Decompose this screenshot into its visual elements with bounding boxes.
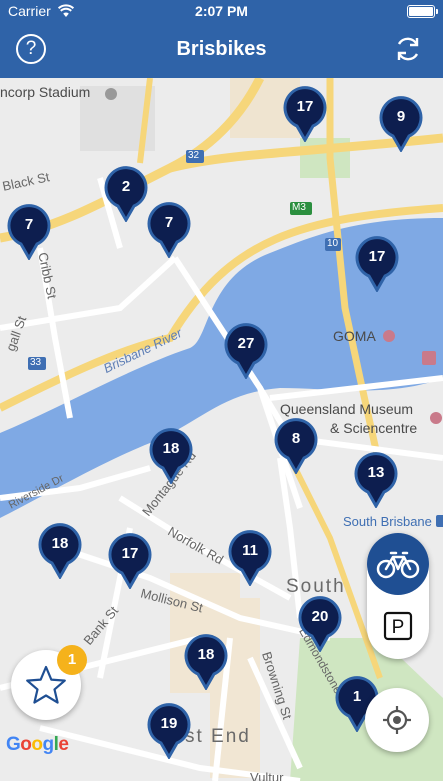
- station-count: 2: [121, 178, 131, 195]
- station-marker[interactable]: 11: [227, 530, 273, 586]
- bicycle-icon: [376, 551, 420, 579]
- station-count: 27: [237, 335, 255, 352]
- status-time: 2:07 PM: [195, 3, 248, 19]
- station-count: 19: [160, 715, 178, 732]
- west-end-label: st End: [185, 726, 251, 747]
- route-32-label: 32: [188, 150, 200, 161]
- station-count: 17: [121, 545, 139, 562]
- page-title: Brisbikes: [176, 38, 267, 60]
- route-33-label: 33: [30, 357, 42, 368]
- app-header: Carrier 2:07 PM ? Brisbikes: [0, 0, 443, 78]
- station-marker[interactable]: 19: [146, 703, 192, 759]
- status-bar: Carrier 2:07 PM: [0, 0, 443, 22]
- suburb-label: South: [286, 576, 346, 597]
- stadium-label: ncorp Stadium: [0, 84, 91, 100]
- station-marker[interactable]: 8: [273, 418, 319, 474]
- parking-icon: P: [383, 611, 413, 641]
- station-marker[interactable]: 17: [282, 86, 328, 142]
- locate-me-button[interactable]: [365, 688, 429, 752]
- station-marker[interactable]: 2: [103, 166, 149, 222]
- station-count: 18: [51, 535, 69, 552]
- goma-label: GOMA: [333, 328, 376, 344]
- station-count: 9: [396, 108, 406, 125]
- route-10-label: 10: [327, 238, 339, 249]
- favorites-count-badge: 1: [57, 645, 87, 675]
- crosshair-icon: [383, 706, 411, 734]
- vulture-label: Vultur: [250, 770, 284, 781]
- station-marker[interactable]: 18: [37, 523, 83, 579]
- station-marker[interactable]: 13: [353, 452, 399, 508]
- station-count: 18: [162, 440, 180, 457]
- station-count: 11: [242, 542, 258, 559]
- refresh-icon[interactable]: [393, 34, 423, 64]
- battery-icon: [407, 5, 438, 18]
- station-count: 7: [24, 216, 34, 233]
- parking-label: P: [392, 617, 405, 638]
- station-count: 13: [367, 464, 385, 481]
- station-marker[interactable]: 7: [146, 202, 192, 258]
- parking-mode-button[interactable]: P: [367, 595, 429, 657]
- mode-toggle: P: [367, 533, 429, 659]
- station-marker[interactable]: 17: [354, 236, 400, 292]
- station-marker[interactable]: 9: [378, 96, 424, 152]
- route-m3-label: M3: [292, 202, 306, 213]
- station-marker[interactable]: 18: [148, 428, 194, 484]
- station-count: 17: [296, 98, 314, 115]
- google-attribution: Google: [6, 734, 69, 755]
- station-count: 7: [164, 214, 174, 231]
- station-marker[interactable]: 7: [6, 204, 52, 260]
- station-marker[interactable]: 18: [183, 634, 229, 690]
- station-marker[interactable]: 27: [223, 323, 269, 379]
- station-count: 18: [197, 646, 215, 663]
- station-marker[interactable]: 17: [107, 533, 153, 589]
- station-count: 8: [291, 430, 301, 447]
- qld-museum-label: Queensland Museum: [280, 401, 414, 417]
- sciencentre-label: & Sciencentre: [330, 420, 418, 436]
- station-count: 20: [311, 608, 329, 625]
- station-marker[interactable]: 20: [297, 596, 343, 652]
- station-count: 17: [368, 248, 386, 265]
- south-brisbane-station-label: South Brisbane: [343, 514, 432, 529]
- bikes-mode-button[interactable]: [367, 533, 429, 595]
